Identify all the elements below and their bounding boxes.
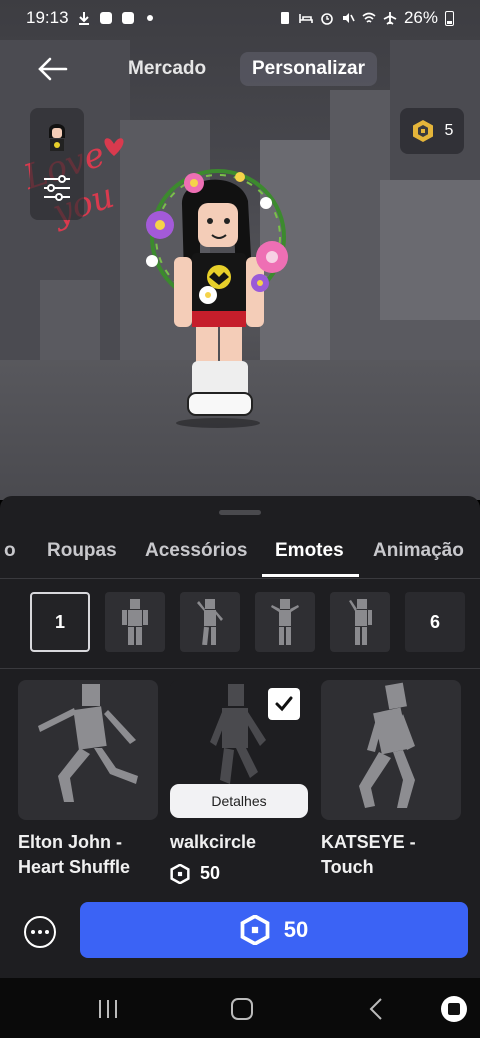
status-time: 19:13 [26, 8, 69, 27]
emote-price: 50 [170, 863, 310, 884]
emote-thumbnail[interactable] [321, 680, 461, 820]
emote-name-line2: Heart Shuffle [18, 857, 131, 877]
slot-number: 1 [54, 611, 65, 632]
robux-balance[interactable]: 5 [400, 108, 464, 154]
robux-balance-value: 5 [444, 122, 454, 139]
category-tab-accessories[interactable]: Acessórios [145, 540, 247, 562]
wifi-icon [362, 12, 376, 23]
emote-pose-icon [349, 599, 372, 645]
avatar-figure[interactable] [130, 165, 310, 430]
back-button[interactable] [32, 52, 72, 86]
emote-slot-2[interactable] [105, 592, 165, 652]
emote-thumbnail[interactable] [18, 680, 158, 820]
emote-name: walkcircle [170, 830, 310, 855]
category-tab-partial[interactable]: o [4, 540, 16, 562]
tab-customize[interactable]: Personalizar [240, 52, 377, 86]
home-icon[interactable] [230, 997, 254, 1021]
robux-icon [240, 915, 270, 945]
avatar-tools-panel[interactable] [30, 108, 84, 220]
emote-name: Elton John - Heart Shuffle [18, 830, 158, 880]
robux-icon [412, 120, 433, 142]
emote-pose-figure [38, 684, 138, 802]
checkmark-icon [275, 696, 293, 712]
dot [31, 930, 35, 934]
buy-button[interactable]: 50 [80, 902, 468, 958]
airplane-icon [383, 12, 397, 25]
active-tab-indicator [262, 574, 359, 577]
details-button[interactable]: Detalhes [170, 784, 308, 818]
emote-pose-icon [122, 599, 148, 645]
mute-icon [342, 13, 355, 23]
emote-name-line1: walkcircle [170, 832, 257, 852]
buy-price: 50 [283, 917, 309, 942]
download-icon [78, 12, 89, 25]
divider [0, 668, 480, 669]
emote-price-value: 50 [200, 863, 221, 883]
dot [38, 930, 42, 934]
recent-apps-icon[interactable] [96, 998, 120, 1020]
avatar-thumbnail-icon[interactable] [44, 122, 70, 154]
tab-market[interactable]: Mercado [118, 52, 216, 86]
more-options-button[interactable] [24, 916, 56, 948]
emote-name-line2: Touch [321, 857, 374, 877]
system-nav-bar [0, 978, 480, 1038]
emote-slot-3[interactable] [180, 592, 240, 652]
emote-slot-4[interactable] [255, 592, 315, 652]
emote-name-line1: KATSEYE - [321, 832, 416, 852]
emote-slot-1[interactable]: 1 [30, 592, 90, 652]
emote-card-touch[interactable]: KATSEYE - Touch [321, 680, 461, 880]
dot [45, 930, 49, 934]
stop-recording-icon[interactable] [440, 995, 468, 1023]
robux-icon [170, 863, 190, 884]
divider [0, 578, 480, 579]
category-tabs: o Roupas Acessórios Emotes Animação [0, 528, 480, 578]
app-notification-icon [99, 12, 112, 24]
sleep-icon [299, 14, 313, 23]
category-tab-animation[interactable]: Animação [373, 540, 464, 562]
sheet-drag-handle[interactable] [219, 510, 261, 515]
app-notification-icon-2 [121, 12, 134, 24]
status-bar: 19:13 26% [0, 0, 480, 36]
emote-name: KATSEYE - Touch [321, 830, 461, 880]
emote-card-walkcircle[interactable]: walkcircle 50 [170, 680, 310, 884]
category-tab-clothes[interactable]: Roupas [47, 540, 117, 562]
emote-pose-icon [271, 599, 299, 645]
battery-percent: 26% [403, 8, 438, 27]
emote-slot-5[interactable] [330, 592, 390, 652]
emote-card-heart-shuffle[interactable]: Elton John - Heart Shuffle [18, 680, 158, 880]
emote-name-line1: Elton John - [18, 832, 122, 852]
battery-icon [445, 11, 454, 26]
category-tab-emotes[interactable]: Emotes [275, 540, 344, 562]
back-nav-icon[interactable] [366, 997, 386, 1021]
back-arrow-icon [38, 57, 68, 81]
battery-saver-icon [280, 12, 289, 24]
slot-number: 6 [429, 611, 440, 632]
emote-slots: 1 6 [0, 592, 480, 656]
equipped-checkbox[interactable] [268, 688, 300, 720]
alarm-icon [321, 13, 333, 25]
more-notifications-icon [146, 15, 153, 21]
emote-pose-figure [359, 682, 415, 808]
emote-slot-6[interactable]: 6 [405, 592, 465, 652]
adjust-sliders-icon[interactable] [42, 174, 72, 202]
emote-pose-icon [197, 599, 223, 645]
